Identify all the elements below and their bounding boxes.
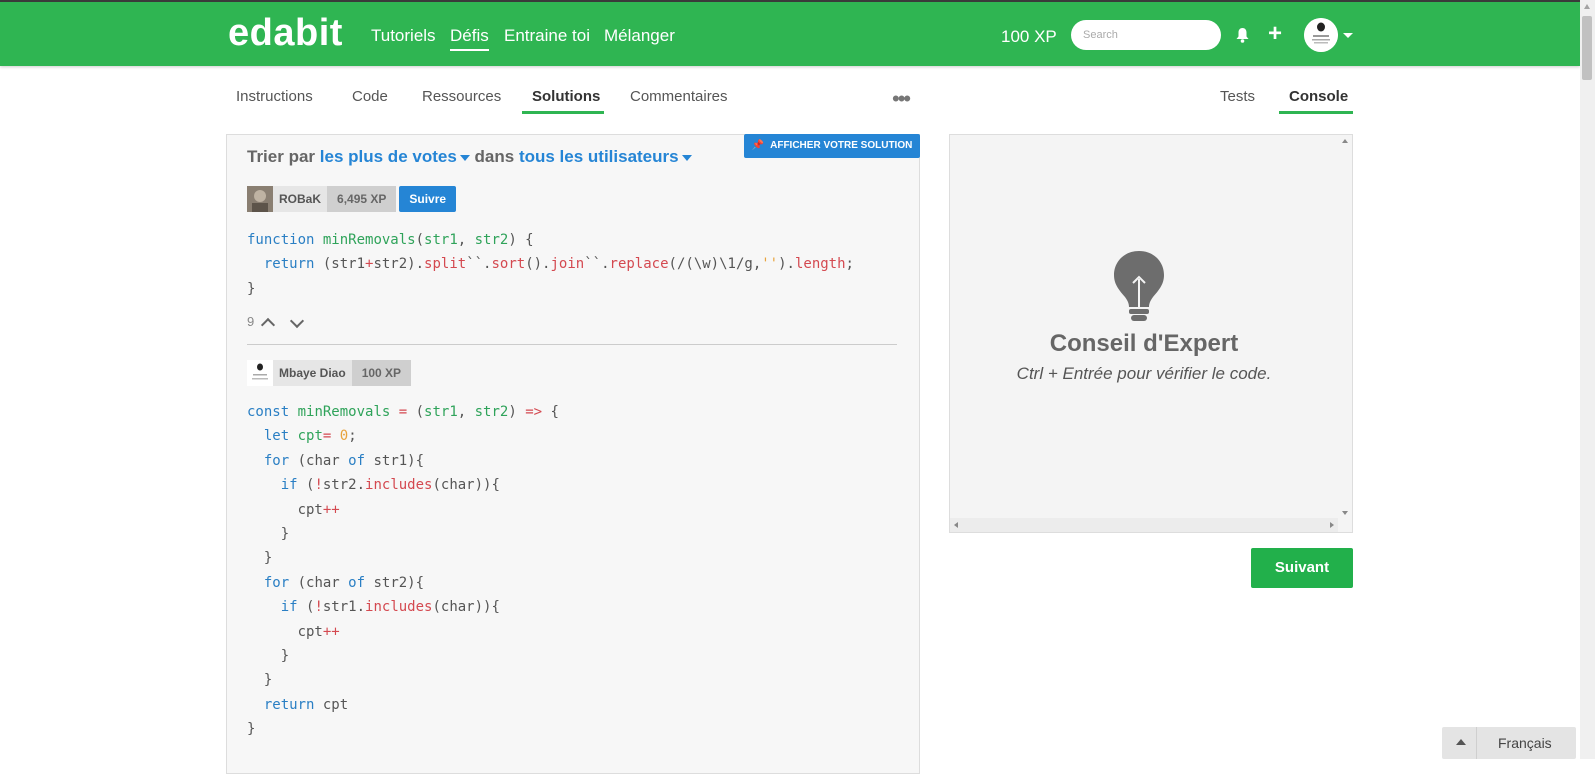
author-name[interactable]: ROBaK [273,186,328,212]
scrollbar-thumb[interactable] [1582,16,1592,80]
plus-icon[interactable]: + [1268,22,1282,46]
solution-author-badge: Mbaye Diao 100 XP [247,360,412,386]
chevron-down-icon [459,154,470,161]
sort-order-dropdown[interactable]: les plus de votes [320,147,470,166]
language-selector-divider [1476,727,1477,759]
lightbulb-icon [1114,251,1164,321]
sort-middle: dans [474,147,515,166]
author-avatar[interactable] [247,360,273,386]
pin-icon: 📌 [751,140,765,151]
author-name[interactable]: Mbaye Diao [273,360,352,386]
sort-scope-label: tous les utilisateurs [518,147,679,166]
solution-author-badge: ROBaK 6,495 XP Suivre [247,186,457,212]
next-button[interactable]: Suivant [1251,548,1353,588]
console-vertical-scrollbar[interactable] [1338,135,1352,519]
tab-code[interactable]: Code [352,88,388,105]
sort-order-label: les plus de votes [319,147,457,166]
console-horizontal-scrollbar[interactable] [950,518,1338,532]
author-avatar[interactable] [247,186,273,212]
sort-scope-dropdown[interactable]: tous les utilisateurs [519,147,692,166]
nav-defis[interactable]: Défis [450,26,489,51]
solution-code-block: const minRemovals = (str1, str2) => { le… [247,404,559,738]
edabit-logo[interactable]: edabit [228,12,343,55]
tab-ressources[interactable]: Ressources [422,88,501,105]
bell-icon[interactable] [1236,28,1249,43]
follow-button[interactable]: Suivre [399,186,457,212]
more-options-icon[interactable]: ••• [892,86,911,112]
caret-up-icon [1456,739,1466,745]
tab-solutions[interactable]: Solutions [532,88,600,105]
sort-prefix: Trier par [247,147,316,166]
page-scrollbar[interactable] [1580,0,1595,759]
tab-console[interactable]: Console [1289,88,1348,105]
tip-title: Conseil d'Expert [1049,330,1239,357]
language-selector[interactable]: Français [1442,727,1576,759]
top-navbar: edabit Tutoriels Défis Entraine toi Méla… [0,0,1580,66]
chevron-down-icon [681,154,692,161]
active-tab-indicator [522,111,604,114]
show-your-solution-button[interactable]: 📌 AFFICHER VOTRE SOLUTION [744,134,920,158]
nav-tutoriels[interactable]: Tutoriels [371,26,436,46]
tip-text: Ctrl + Entrée pour vérifier le code. [1016,364,1272,383]
search-input[interactable] [1071,20,1221,50]
account-dropdown-caret[interactable] [1343,33,1353,38]
solution-code-block: function minRemovals(str1, str2) { retur… [247,232,854,297]
solution-divider [247,344,897,345]
tab-tests[interactable]: Tests [1220,88,1255,105]
nav-melanger[interactable]: Mélanger [604,26,675,46]
scroll-up-arrow-icon[interactable] [1584,4,1590,9]
author-xp: 100 XP [351,360,412,386]
active-right-tab-indicator [1279,111,1353,114]
user-avatar[interactable] [1304,18,1338,52]
tab-instructions[interactable]: Instructions [236,88,313,105]
user-xp: 100 XP [1001,27,1057,46]
nav-entraine-toi[interactable]: Entraine toi [504,26,590,46]
sort-line: Trier par les plus de votes dans tous le… [247,147,692,167]
tab-commentaires[interactable]: Commentaires [630,88,728,105]
show-solution-label: AFFICHER VOTRE SOLUTION [770,140,913,151]
vote-count: 9 [247,314,255,329]
author-xp: 6,495 XP [327,186,397,212]
language-label: Français [1498,735,1552,751]
